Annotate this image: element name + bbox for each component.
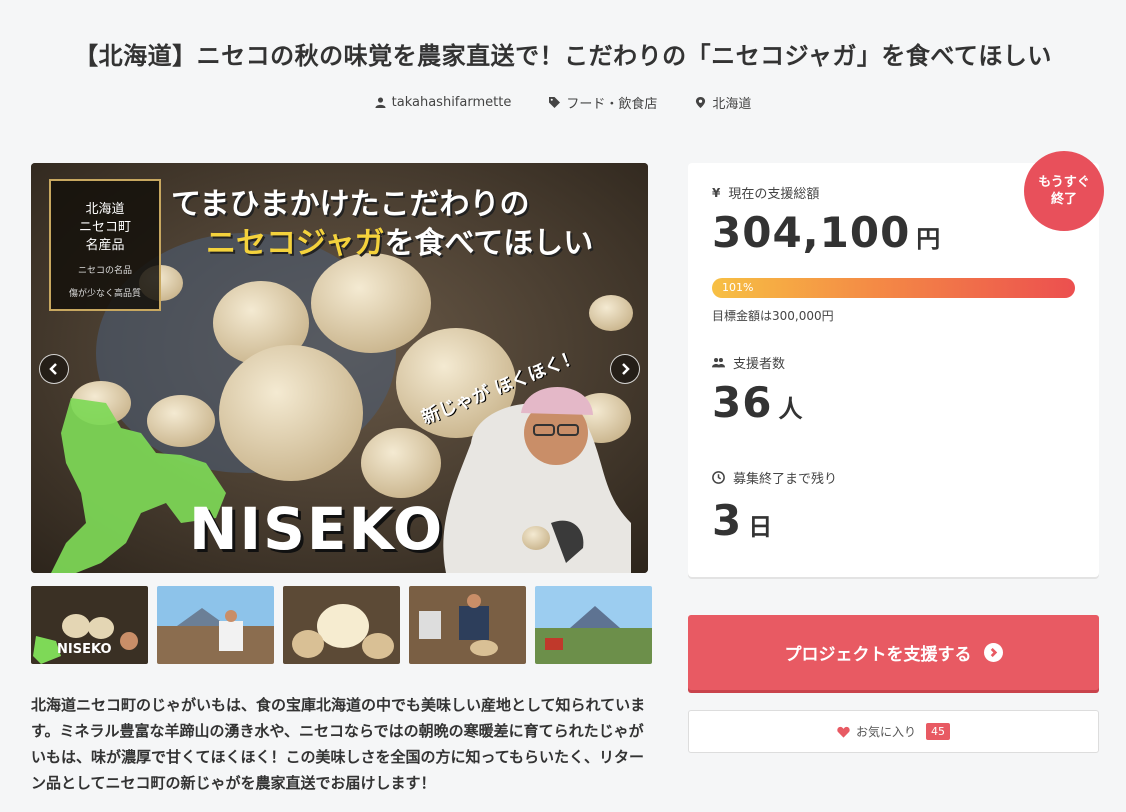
remaining-label: 募集終了まで残り [733, 472, 838, 487]
backers-value: 36 [712, 378, 773, 427]
badge-line-1: もうすぐ [1038, 175, 1090, 190]
carousel-next-button[interactable] [610, 354, 640, 384]
seal-sub-2: 傷が少なく高品質 [68, 289, 141, 299]
hero-image-carousel[interactable]: 北海道 ニセコ町 名産品 ニセコの名品 傷が少なく高品質 てまひまかけたこだわり… [31, 163, 648, 573]
remaining-label-row: 募集終了まで残り [712, 468, 837, 487]
thumbnail-3[interactable] [283, 586, 400, 664]
clock-icon [712, 471, 725, 484]
seal-line-2: ニセコ町 [78, 220, 131, 235]
funding-stats-card: ¥ 現在の支援総額 304,100 円 101% 目標金額は300,000円 支援… [688, 163, 1099, 577]
map-pin-icon [696, 97, 706, 108]
seal-line-3: 名産品 [85, 238, 125, 253]
category-link[interactable]: フード・飲食店 [549, 93, 657, 112]
project-meta: takahashifarmette フード・飲食店 北海道 [0, 93, 1126, 112]
total-value: 304,100 [712, 208, 911, 257]
user-icon [375, 97, 386, 108]
hero-headline-rest: を食べてほしい [384, 226, 594, 261]
thumbnail-image [283, 586, 400, 664]
thumbnail-2[interactable] [157, 586, 274, 664]
thumbnail-image [409, 586, 526, 664]
favorite-button[interactable]: お気に入り 45 [688, 710, 1099, 753]
hokkaido-seal-badge: 北海道 ニセコ町 名産品 ニセコの名品 傷が少なく高品質 [49, 179, 161, 311]
hero-headline-2: ニセコジャガを食べてほしい [206, 218, 593, 262]
ending-soon-badge: もうすぐ 終了 [1024, 151, 1104, 231]
progress-text: 101% [722, 281, 754, 294]
carousel-prev-button[interactable] [39, 354, 69, 384]
chevron-right-icon [622, 363, 630, 375]
thumbnail-image [157, 586, 274, 664]
project-title: 【北海道】ニセコの秋の味覚を農家直送で！こだわりの「ニセコジャガ」を食べてほしい [74, 42, 1052, 70]
chevron-circle-right-icon [983, 643, 1003, 662]
owner-link[interactable]: takahashifarmette [375, 93, 512, 112]
location-name: 北海道 [712, 97, 752, 112]
remaining-value: 3 [712, 496, 743, 545]
total-amount: 304,100 円 [712, 208, 941, 257]
goal-text: 目標金額は300,000円 [712, 309, 834, 323]
thumbnail-1[interactable]: NISEKO [31, 586, 148, 664]
support-project-button[interactable]: プロジェクトを支援する [688, 615, 1099, 690]
hero-headline-1: てまひまかけたこだわりの [171, 187, 530, 222]
remaining-days: 3日 [712, 496, 773, 545]
thumbnail-label: NISEKO [57, 642, 112, 657]
progress-bar: 101% [712, 278, 1075, 298]
chevron-left-icon [49, 363, 57, 375]
thumbnail-5[interactable] [535, 586, 652, 664]
backers-count: 36 人 [712, 378, 803, 427]
seal-line-1: 北海道 [85, 202, 125, 217]
project-description: 北海道ニセコ町のじゃがいもは、食の宝庫北海道の中でも美味しい産地として知られてい… [31, 696, 646, 792]
users-icon [712, 358, 725, 368]
seal-sub-1: ニセコの名品 [77, 266, 132, 276]
badge-line-2: 終了 [1050, 192, 1077, 207]
location-link[interactable]: 北海道 [695, 93, 751, 112]
hero-brand: NISEKO [189, 495, 445, 563]
hero-headline-highlight: ニセコジャガ [206, 226, 385, 261]
favorite-count-badge: 45 [926, 723, 950, 740]
yen-icon: ¥ [712, 185, 721, 200]
total-unit: 円 [916, 225, 942, 253]
support-button-label: プロジェクトを支援する [784, 645, 972, 665]
backers-label: 支援者数 [733, 357, 786, 372]
thumbnail-strip: NISEKO [31, 586, 652, 664]
tag-icon [549, 97, 561, 108]
backers-label-row: 支援者数 [712, 353, 785, 372]
owner-name: takahashifarmette [391, 95, 512, 110]
backers-unit: 人 [778, 395, 804, 423]
category-name: フード・飲食店 [566, 97, 658, 112]
favorite-label: お気に入り [855, 725, 916, 739]
total-label-row: ¥ 現在の支援総額 [712, 183, 820, 203]
thumbnail-image [535, 586, 652, 664]
remaining-unit: 日 [748, 513, 774, 541]
heart-icon [837, 726, 850, 738]
total-label: 現在の支援総額 [728, 187, 820, 202]
thumbnail-4[interactable] [409, 586, 526, 664]
